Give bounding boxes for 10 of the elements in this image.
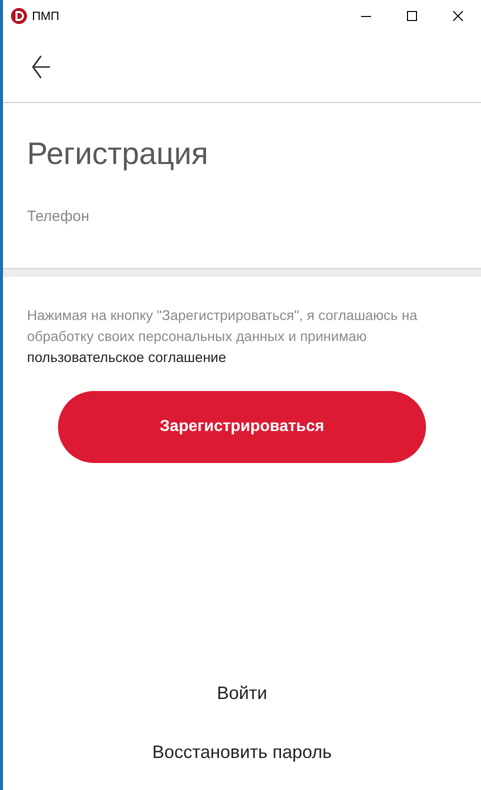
page-title: Регистрация (27, 135, 210, 172)
close-icon[interactable] (453, 11, 463, 21)
window-title: ПМП (32, 8, 60, 25)
app-logo-icon (11, 8, 27, 24)
user-agreement-link[interactable]: пользовательское соглашение (27, 348, 226, 365)
consent-text: Нажимая на кнопку "Зарегистрироваться", я соглашаюсь на обработку своих персональных данных и принимаю пользовательское соглашение (27, 306, 418, 367)
register-button[interactable]: Зарегистрироваться (58, 390, 426, 463)
maximize-icon[interactable] (407, 11, 417, 21)
login-link[interactable]: Войти (208, 676, 276, 711)
restore-password-link[interactable]: Восстановить пароль (144, 735, 340, 770)
